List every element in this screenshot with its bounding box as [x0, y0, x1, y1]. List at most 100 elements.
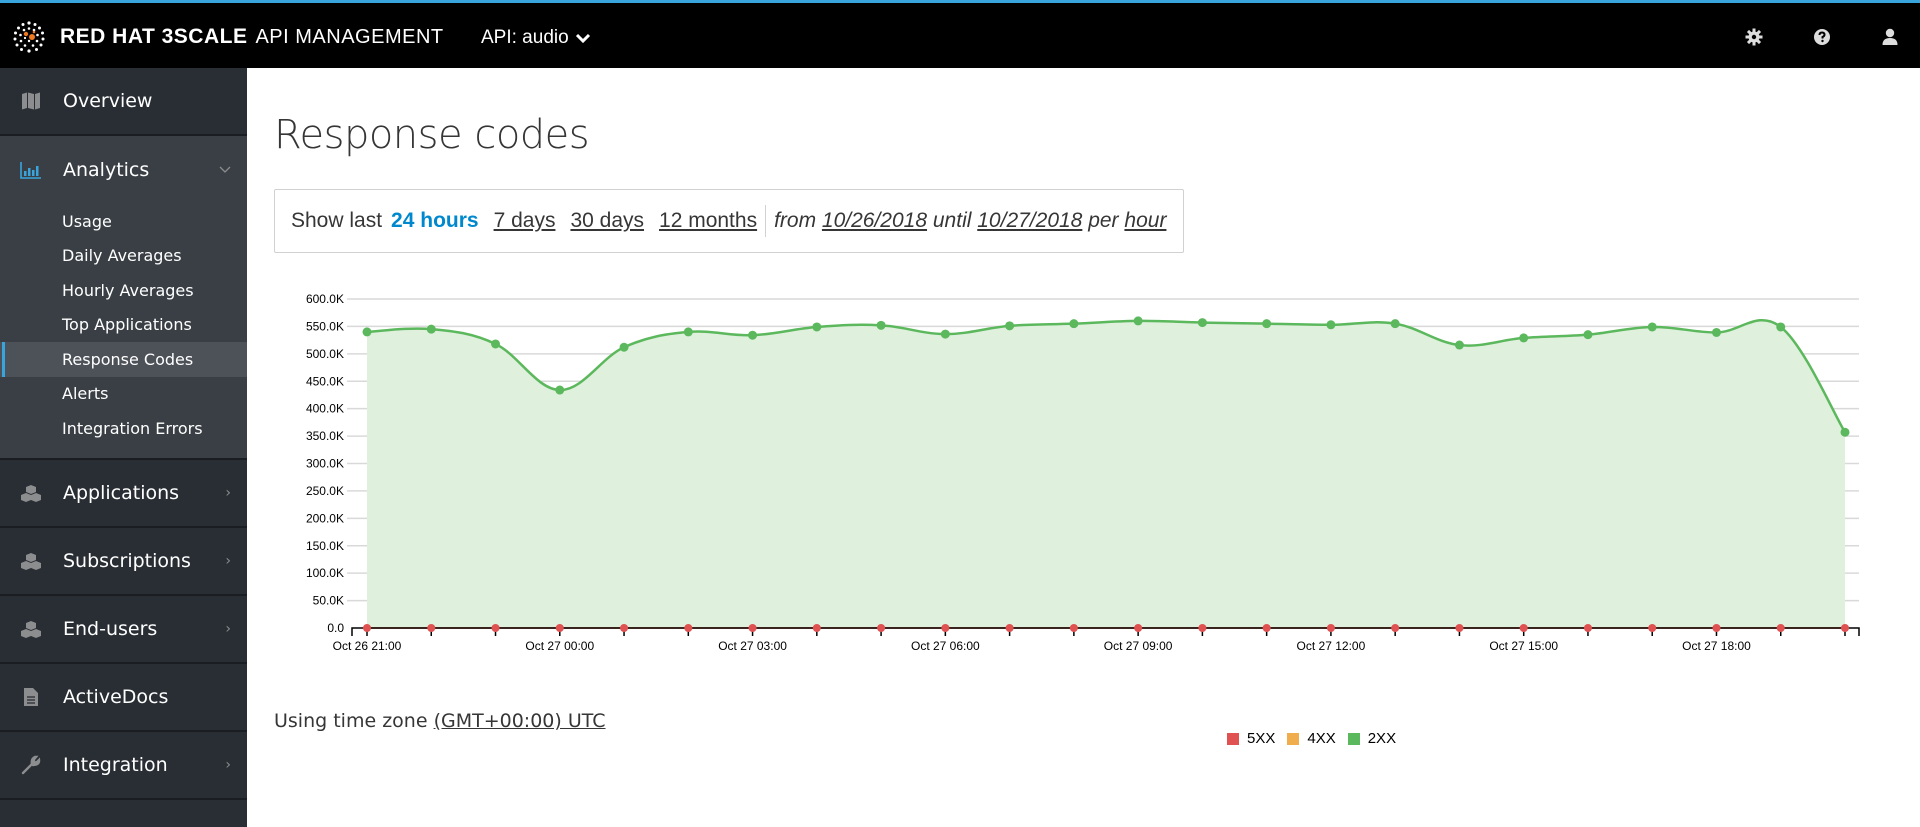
sidebar-item-label: Analytics — [63, 159, 150, 181]
point-5xx — [1776, 624, 1785, 632]
sidebar-item-applications[interactable]: Applications › — [0, 460, 247, 528]
point-2xx — [1519, 333, 1529, 343]
point-2xx — [940, 329, 950, 339]
legend-label-4xx: 4XX — [1307, 730, 1336, 747]
sidebar-item-label: End-users — [63, 617, 158, 640]
legend-item-4xx[interactable]: 4XX — [1287, 730, 1336, 747]
user-menu-button[interactable] — [1880, 27, 1900, 47]
point-2xx — [491, 339, 501, 349]
x-tick-label: Oct 27 03:00 — [718, 639, 787, 653]
sidebar-item-subscriptions[interactable]: Subscriptions › — [0, 528, 247, 596]
subnav-item-daily-averages[interactable]: Daily Averages — [0, 239, 247, 274]
y-tick-label: 150.0K — [306, 539, 344, 553]
point-2xx — [876, 320, 886, 330]
x-tick-label: Oct 27 00:00 — [525, 639, 594, 653]
y-tick-label: 450.0K — [306, 374, 344, 388]
sidebar-item-end-users[interactable]: End-users › — [0, 596, 247, 664]
point-5xx — [1712, 624, 1721, 632]
point-2xx — [812, 322, 822, 332]
point-5xx — [1262, 624, 1271, 632]
api-selector[interactable]: API: audio — [481, 27, 591, 49]
x-tick-label: Oct 27 15:00 — [1489, 639, 1558, 653]
point-2xx — [683, 327, 693, 337]
point-5xx — [1005, 624, 1014, 632]
point-5xx — [1648, 624, 1657, 632]
sidebar-item-label: ActiveDocs — [63, 685, 169, 708]
sidebar-item-label: Integration — [63, 753, 168, 776]
x-tick-label: Oct 26 21:00 — [333, 639, 402, 653]
cubes-icon — [19, 484, 43, 502]
subnav-item-top-applications[interactable]: Top Applications — [0, 308, 247, 343]
chevron-right-icon: › — [225, 552, 231, 569]
x-tick-label: Oct 27 12:00 — [1297, 639, 1366, 653]
point-5xx — [812, 624, 821, 632]
timezone-link[interactable]: (GMT+00:00) UTC — [434, 710, 606, 732]
y-tick-label: 400.0K — [306, 402, 344, 416]
point-2xx — [1390, 319, 1400, 329]
chart-legend: 5XX 4XX 2XX — [1227, 730, 1396, 747]
y-tick-label: 500.0K — [306, 347, 344, 361]
subnav-item-alerts[interactable]: Alerts — [0, 377, 247, 412]
point-5xx — [684, 624, 693, 632]
point-2xx — [555, 385, 565, 395]
chevron-right-icon: › — [225, 756, 231, 773]
redhat-3scale-logo-icon — [13, 21, 45, 53]
point-2xx — [1262, 319, 1272, 329]
main-content: Response codes Show last 24 hours 7 days… — [247, 68, 1920, 827]
sidebar-item-analytics[interactable]: Analytics — [0, 136, 247, 204]
point-5xx — [1841, 624, 1849, 632]
y-tick-label: 350.0K — [306, 429, 344, 443]
point-5xx — [941, 624, 950, 632]
response-codes-chart: 0.0 50.0K 100.0K 150.0K 200.0K 250.0K 300.0K 35… — [306, 292, 1860, 653]
file-icon — [19, 687, 43, 707]
sidebar-item-integration[interactable]: Integration › — [0, 732, 247, 800]
sidebar: Overview Analytics Usage Daily Averages … — [0, 68, 247, 827]
y-tick-label: 300.0K — [306, 457, 344, 471]
chevron-right-icon: › — [225, 484, 231, 501]
subnav-item-response-codes[interactable]: Response Codes — [0, 342, 247, 377]
settings-button[interactable] — [1744, 27, 1764, 47]
subnav-item-usage[interactable]: Usage — [0, 204, 247, 239]
sidebar-item-label: Applications — [63, 481, 180, 504]
sidebar-item-activedocs[interactable]: ActiveDocs — [0, 664, 247, 732]
point-5xx — [1519, 624, 1528, 632]
subnav-item-integration-errors[interactable]: Integration Errors — [0, 411, 247, 446]
chevron-right-icon: › — [225, 620, 231, 637]
point-5xx — [427, 624, 436, 632]
timezone-label: Using time zone — [274, 710, 428, 732]
help-button[interactable] — [1812, 27, 1832, 47]
legend-swatch-2xx — [1347, 732, 1360, 745]
legend-label-2xx: 2XX — [1367, 730, 1397, 747]
wrench-icon — [19, 755, 43, 775]
point-2xx — [748, 330, 758, 340]
point-2xx — [1647, 322, 1657, 332]
x-tick-label: Oct 27 18:00 — [1682, 639, 1751, 653]
point-2xx — [1454, 340, 1464, 350]
point-5xx — [1391, 624, 1400, 632]
cubes-icon — [19, 620, 43, 638]
point-5xx — [555, 624, 564, 632]
point-5xx — [1583, 624, 1592, 632]
subnav-item-hourly-averages[interactable]: Hourly Averages — [0, 273, 247, 308]
legend-item-5xx[interactable]: 5XX — [1227, 730, 1275, 747]
x-tick-label: Oct 27 09:00 — [1104, 639, 1173, 653]
cubes-icon — [19, 552, 43, 570]
point-2xx — [1776, 322, 1786, 332]
x-tick-label: Oct 27 06:00 — [911, 639, 980, 653]
point-5xx — [1326, 624, 1335, 632]
map-icon — [19, 92, 43, 110]
sidebar-item-overview[interactable]: Overview — [0, 68, 247, 136]
api-selector-label: API: audio — [481, 27, 569, 48]
y-tick-label: 250.0K — [306, 484, 344, 498]
y-tick-label: 200.0K — [306, 511, 344, 525]
point-5xx — [1134, 624, 1143, 632]
legend-item-2xx[interactable]: 2XX — [1347, 730, 1397, 747]
y-tick-label: 50.0K — [313, 594, 344, 608]
brand[interactable]: RED HAT 3SCALE API MANAGEMENT — [12, 20, 444, 54]
y-tick-label: 600.0K — [306, 292, 344, 306]
point-2xx — [1133, 316, 1143, 326]
point-5xx — [491, 624, 500, 632]
y-tick-label: 550.0K — [306, 319, 344, 333]
point-5xx — [620, 624, 629, 632]
point-5xx — [363, 624, 371, 632]
